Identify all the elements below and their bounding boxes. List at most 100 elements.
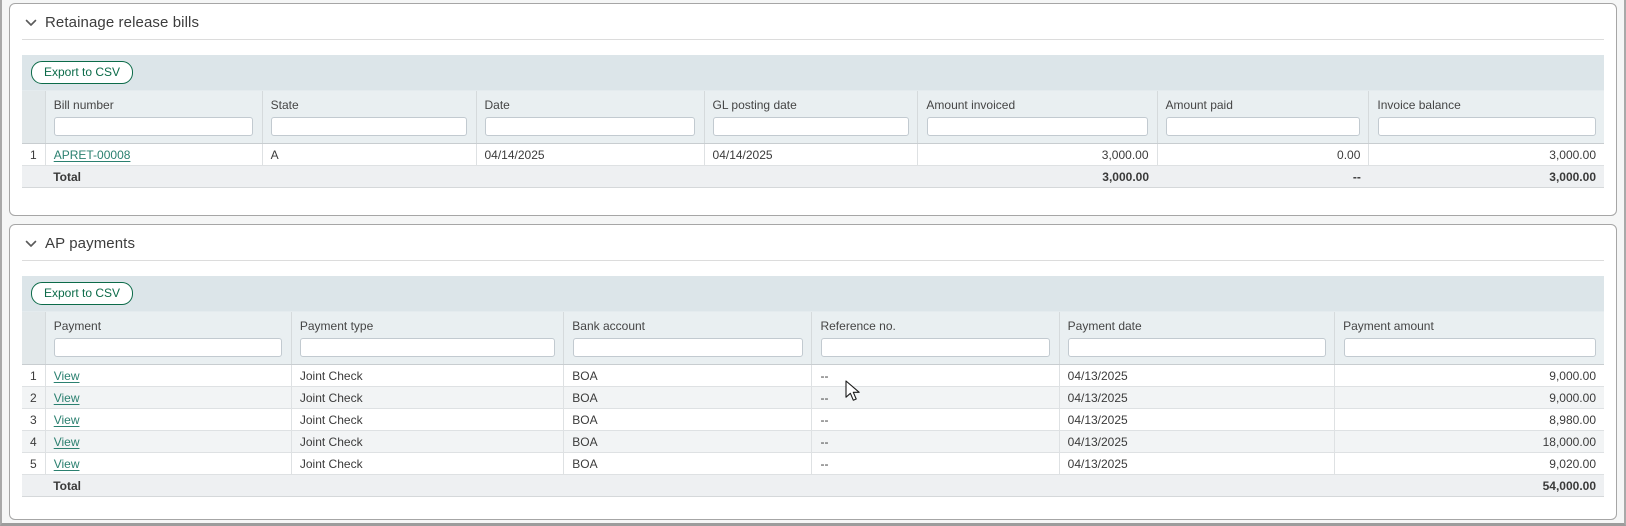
cell-payment-type: Joint Check [291,431,563,453]
grid-container: Export to CSV Bill numberStateDateGL pos… [22,55,1604,188]
total-invoice-balance: 3,000.00 [1369,166,1604,188]
cell-payment: View [45,453,291,475]
cell-payment: View [45,365,291,387]
filter-input-invoice-balance[interactable] [1378,117,1596,136]
payment-link[interactable]: View [54,369,80,383]
column-label: Bank account [564,312,811,337]
cell-payment: View [45,409,291,431]
cell-payment-date: 04/13/2025 [1059,387,1334,409]
payment-link[interactable]: View [54,413,80,427]
chevron-down-icon[interactable] [25,19,37,27]
chevron-down-icon[interactable] [25,240,37,248]
export-csv-button[interactable]: Export to CSV [31,61,133,84]
row-number-column-header [22,312,45,365]
column-header-bank-account: Bank account [564,312,812,365]
filter-input-payment-date[interactable] [1068,338,1325,357]
filter-input-gl-posting-date[interactable] [713,117,909,136]
filter-input-amount-paid[interactable] [1166,117,1360,136]
cell-payment: View [45,387,291,409]
filter-input-payment-type[interactable] [300,338,554,357]
filter-input-date[interactable] [485,117,695,136]
export-csv-button[interactable]: Export to CSV [31,282,133,305]
column-header-payment-date: Payment date [1059,312,1334,365]
cell-payment-type: Joint Check [291,409,563,431]
table-row: 4ViewJoint CheckBOA--04/13/202518,000.00 [22,431,1604,453]
column-label: Payment [46,312,291,337]
total-payment-amount: 54,000.00 [1335,475,1604,497]
payment-link[interactable]: View [54,457,80,471]
column-header-date: Date [476,91,704,144]
grid-toolbar: Export to CSV [22,276,1604,311]
section-ap-payments: AP payments Export to CSV PaymentPayment… [9,224,1617,520]
column-label: State [263,91,476,116]
bill-number-link[interactable]: APRET-00008 [54,148,131,162]
cell-payment-date: 04/13/2025 [1059,431,1334,453]
column-label: Payment date [1060,312,1334,337]
total-row: Total 54,000.00 [22,475,1604,497]
cell-payment-date: 04/13/2025 [1059,365,1334,387]
cell-date: 04/14/2025 [476,144,704,166]
filter-input-payment-amount[interactable] [1344,338,1596,357]
row-number: 3 [22,409,45,431]
total-label: Total [45,475,291,497]
column-label: Payment amount [1335,312,1604,337]
column-header-gl-posting-date: GL posting date [704,91,918,144]
grid-container: Export to CSV PaymentPayment typeBank ac… [22,276,1604,497]
cell-reference-no: -- [812,431,1059,453]
payment-link[interactable]: View [54,435,80,449]
column-header-payment: Payment [45,312,291,365]
column-header-invoice-balance: Invoice balance [1369,91,1604,144]
column-label: Reference no. [812,312,1058,337]
cell-payment: View [45,431,291,453]
column-header-payment-amount: Payment amount [1335,312,1604,365]
cell-amount-invoiced: 3,000.00 [918,144,1157,166]
cell-bank-account: BOA [564,387,812,409]
cell-state: A [262,144,476,166]
column-header-payment-type: Payment type [291,312,563,365]
cell-payment-date: 04/13/2025 [1059,409,1334,431]
divider [22,260,1604,261]
divider [22,39,1604,40]
column-header-amount-paid: Amount paid [1157,91,1369,144]
column-header-reference-no: Reference no. [812,312,1059,365]
table-row: 1APRET-00008A04/14/202504/14/20253,000.0… [22,144,1604,166]
row-number: 1 [22,144,45,166]
table-row: 5ViewJoint CheckBOA--04/13/20259,020.00 [22,453,1604,475]
cell-reference-no: -- [812,387,1059,409]
cell-payment-type: Joint Check [291,365,563,387]
cell-reference-no: -- [812,453,1059,475]
cell-reference-no: -- [812,409,1059,431]
column-header-state: State [262,91,476,144]
retainage-release-bills-table: Bill numberStateDateGL posting dateAmoun… [22,90,1604,188]
filter-input-payment[interactable] [54,338,282,357]
column-label: Invoice balance [1369,91,1604,116]
table-row: 2ViewJoint CheckBOA--04/13/20259,000.00 [22,387,1604,409]
column-header-row: PaymentPayment typeBank accountReference… [22,312,1604,365]
cell-payment-type: Joint Check [291,387,563,409]
cell-bank-account: BOA [564,431,812,453]
cell-payment-type: Joint Check [291,453,563,475]
filter-input-state[interactable] [271,117,467,136]
column-header-bill-number: Bill number [45,91,262,144]
filter-input-amount-invoiced[interactable] [927,117,1148,136]
payment-link[interactable]: View [54,391,80,405]
section-header: Retainage release bills [10,4,1616,31]
section-title: Retainage release bills [45,14,199,31]
filter-input-reference-no[interactable] [821,338,1050,357]
row-number-column-header [22,91,45,144]
total-label: Total [45,166,262,188]
column-label: GL posting date [705,91,918,116]
column-label: Date [477,91,704,116]
column-label: Bill number [46,91,262,116]
column-label: Amount invoiced [918,91,1156,116]
column-label: Amount paid [1158,91,1369,116]
table-row: 1ViewJoint CheckBOA--04/13/20259,000.00 [22,365,1604,387]
cell-gl-posting-date: 04/14/2025 [704,144,918,166]
filter-input-bank-account[interactable] [573,338,803,357]
total-amount-paid: -- [1157,166,1369,188]
page-background: Retainage release bills Export to CSV Bi… [0,0,1626,526]
cell-bill-number: APRET-00008 [45,144,262,166]
filter-input-bill-number[interactable] [54,117,253,136]
cell-payment-amount: 9,020.00 [1335,453,1604,475]
row-number: 1 [22,365,45,387]
